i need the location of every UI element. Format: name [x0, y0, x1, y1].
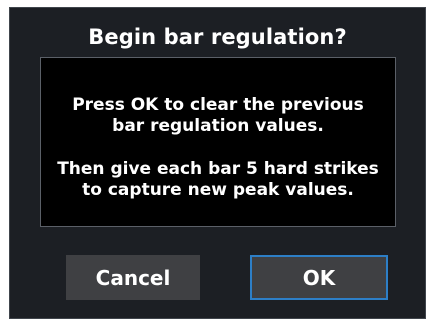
message-panel: Press OK to clear the previous bar regul… [40, 57, 396, 227]
cancel-button[interactable]: Cancel [66, 255, 200, 300]
dialog-title: Begin bar regulation? [88, 25, 347, 49]
ok-button[interactable]: OK [250, 255, 388, 300]
message-line-clear-1: Press OK to clear the previous [72, 95, 364, 115]
message-line-strikes-1: Then give each bar 5 hard strikes [57, 159, 379, 179]
message-paragraph-strikes: Then give each bar 5 hard strikes to cap… [41, 159, 395, 201]
confirmation-dialog: Begin bar regulation? Press OK to clear … [9, 7, 426, 319]
message-paragraph-clear: Press OK to clear the previous bar regul… [41, 95, 395, 137]
message-line-strikes-2: to capture new peak values. [82, 180, 354, 200]
message-line-clear-2: bar regulation values. [112, 116, 324, 136]
